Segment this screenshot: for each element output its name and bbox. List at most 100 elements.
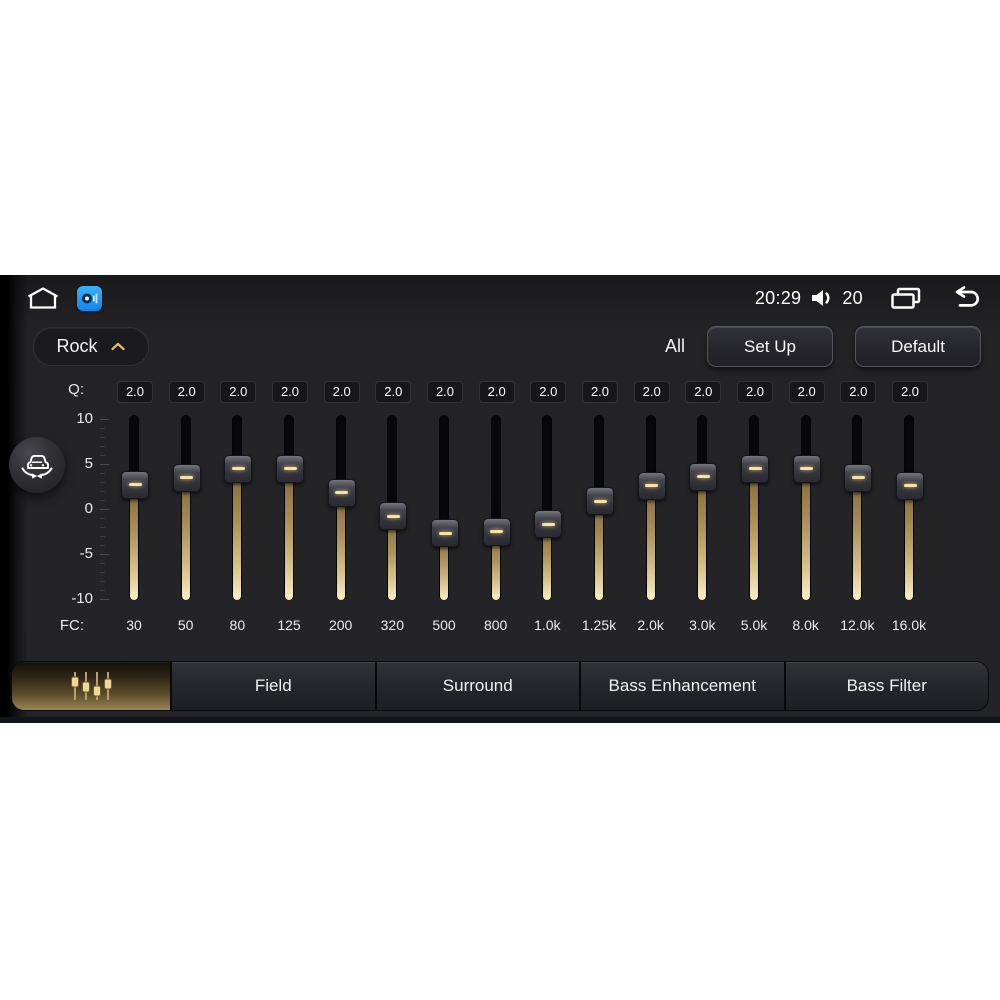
freq-label: 200: [328, 617, 353, 633]
q-value[interactable]: 2.0: [478, 381, 515, 403]
slider-fill: [130, 483, 138, 600]
audio-app-icon[interactable]: [77, 285, 102, 311]
eq-band-50: 2.0 50: [160, 375, 212, 645]
setup-button[interactable]: Set Up: [707, 326, 833, 367]
q-value[interactable]: 2.0: [375, 381, 412, 403]
slider-fill: [905, 484, 913, 600]
tab-field[interactable]: Field: [170, 662, 375, 710]
tab-bass-filter[interactable]: Bass Filter: [783, 662, 988, 710]
scope-toggle[interactable]: All: [665, 336, 685, 357]
freq-label: 80: [229, 617, 246, 633]
slider-handle[interactable]: [379, 502, 408, 531]
axis-tick: [100, 527, 105, 528]
q-value[interactable]: 2.0: [220, 381, 257, 403]
volume-level: 20: [842, 287, 863, 308]
axis-label: 0: [84, 500, 93, 517]
slider-handle[interactable]: [482, 517, 511, 546]
preset-dropdown[interactable]: Rock: [33, 327, 149, 366]
q-value[interactable]: 2.0: [323, 381, 360, 403]
axis-tick: [100, 473, 105, 474]
left-edge-vignette: [0, 275, 28, 723]
handle-marker: [748, 467, 762, 471]
handle-marker: [490, 530, 504, 534]
clock: 20:29: [754, 287, 802, 308]
recents-icon[interactable]: [889, 286, 922, 311]
q-value[interactable]: 2.0: [633, 381, 670, 403]
tab-bass-enhancement[interactable]: Bass Enhancement: [579, 662, 784, 710]
handle-marker: [231, 467, 245, 471]
axis-tick: [100, 536, 105, 537]
slider-handle[interactable]: [637, 471, 666, 500]
q-value[interactable]: 2.0: [427, 381, 463, 403]
handle-marker: [645, 484, 659, 488]
slider-handle[interactable]: [896, 471, 924, 500]
axis-tick: [100, 545, 105, 546]
axis-tick: [100, 491, 105, 492]
slider-handle[interactable]: [224, 454, 253, 483]
car-surround-button[interactable]: [9, 437, 65, 493]
slider-handle[interactable]: [276, 454, 304, 483]
action-row: All Set Up Default: [665, 326, 981, 367]
axis-tick: [100, 518, 105, 519]
slider-fill: [646, 484, 655, 600]
q-value[interactable]: 2.0: [737, 381, 773, 403]
slider-handle[interactable]: [689, 462, 718, 491]
eq-sliders-icon: [68, 669, 114, 703]
eq-band-80: 2.0 80: [211, 375, 263, 645]
status-bar: 20:29 20: [0, 281, 1000, 315]
handle-marker: [696, 475, 710, 479]
freq-label: 3.0k: [689, 617, 716, 633]
axis-label: 10: [76, 410, 93, 427]
q-value[interactable]: 2.0: [582, 381, 618, 403]
axis-tick: [100, 437, 105, 438]
slider-fill: [181, 476, 190, 600]
q-value[interactable]: 2.0: [117, 381, 153, 403]
axis-tick: [100, 563, 105, 564]
q-value[interactable]: 2.0: [840, 381, 877, 403]
freq-label: 800: [483, 617, 508, 633]
axis-tick: [100, 590, 105, 591]
freq-label: 8.0k: [792, 617, 819, 633]
back-icon[interactable]: [948, 286, 984, 310]
freq-label: 2.0k: [637, 617, 664, 633]
slider-handle[interactable]: [172, 463, 201, 492]
slider-handle[interactable]: [534, 510, 563, 539]
slider-handle[interactable]: [586, 487, 614, 515]
slider-handle[interactable]: [327, 478, 356, 507]
slider-fill: [853, 476, 862, 600]
q-value[interactable]: 2.0: [685, 381, 722, 403]
slider-handle[interactable]: [741, 454, 769, 483]
q-value[interactable]: 2.0: [788, 381, 825, 403]
q-value[interactable]: 2.0: [272, 381, 308, 403]
volume-icon[interactable]: [810, 288, 833, 308]
tab-surround[interactable]: Surround: [374, 662, 579, 710]
eq-band-1.0k: 2.0 1.0k: [521, 375, 573, 645]
eq-band-5.0k: 2.0 5.0k: [728, 375, 780, 645]
axis-tick: [100, 482, 105, 483]
tab-equalizer[interactable]: [12, 662, 170, 710]
axis-tick: [100, 572, 105, 573]
q-value[interactable]: 2.0: [530, 381, 567, 403]
q-value[interactable]: 2.0: [892, 381, 928, 403]
handle-marker: [283, 467, 297, 471]
eq-band-3.0k: 2.0 3.0k: [676, 375, 728, 645]
q-value[interactable]: 2.0: [168, 381, 205, 403]
freq-label: 16.0k: [891, 617, 927, 633]
handle-marker: [128, 483, 142, 487]
default-button[interactable]: Default: [855, 326, 981, 367]
handle-marker: [438, 531, 452, 535]
handle-marker: [335, 491, 349, 495]
slider-handle[interactable]: [792, 454, 821, 483]
slider-handle[interactable]: [121, 470, 149, 499]
axis-tick: [100, 428, 105, 429]
slider-handle[interactable]: [431, 519, 459, 548]
home-icon[interactable]: [25, 286, 61, 311]
eq-band-2.0k: 2.0 2.0k: [625, 375, 677, 645]
slider-handle[interactable]: [844, 463, 873, 492]
slider-fill: [336, 491, 345, 600]
freq-label: 50: [177, 617, 194, 633]
slider-fill: [233, 467, 242, 600]
eq-band-30: 2.0 30: [108, 375, 160, 645]
head-unit-screen: 20:29 20 Rock All Set Up Default Q: FC: …: [0, 275, 1000, 723]
freq-label: 1.0k: [534, 617, 561, 633]
